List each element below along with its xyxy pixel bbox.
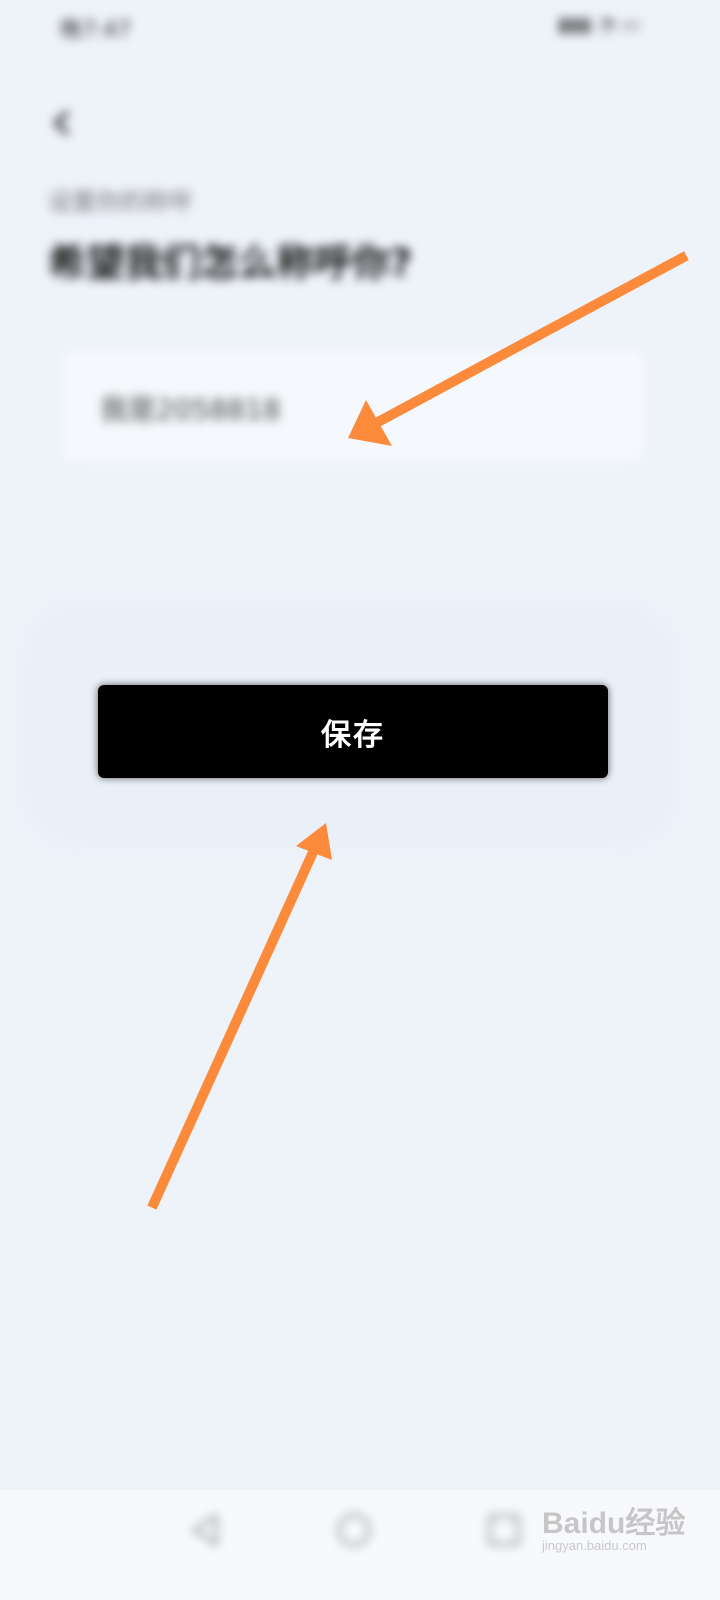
status-time: 晚7:47 bbox=[60, 18, 132, 43]
save-button[interactable]: 保存 bbox=[98, 685, 608, 778]
page-subtitle: 设置你的称呼 bbox=[48, 188, 192, 216]
baidu-watermark: Baidu经验 jingyan.baidu.com bbox=[542, 1490, 712, 1560]
status-bar: 晚7:47 ▮▮▮ ◔ ▭ bbox=[0, 0, 720, 50]
annotation-arrow-to-button bbox=[147, 823, 332, 1210]
watermark-url: jingyan.baidu.com bbox=[542, 1538, 647, 1553]
nickname-input-value[interactable]: 我是2058818 bbox=[100, 388, 281, 428]
nickname-input[interactable]: 我是2058818 bbox=[62, 350, 644, 462]
status-icons: ▮▮▮ ◔ ▭ bbox=[557, 12, 640, 36]
watermark-logo: Baidu经验 bbox=[542, 1507, 686, 1540]
save-button-label: 保存 bbox=[321, 717, 385, 753]
back-arrow-icon[interactable] bbox=[48, 108, 78, 138]
nav-back-icon[interactable] bbox=[184, 1508, 228, 1552]
nav-recents-icon[interactable] bbox=[482, 1508, 526, 1552]
nav-home-icon[interactable] bbox=[332, 1508, 376, 1552]
page-title: 希望我们怎么称呼你? bbox=[48, 241, 413, 285]
